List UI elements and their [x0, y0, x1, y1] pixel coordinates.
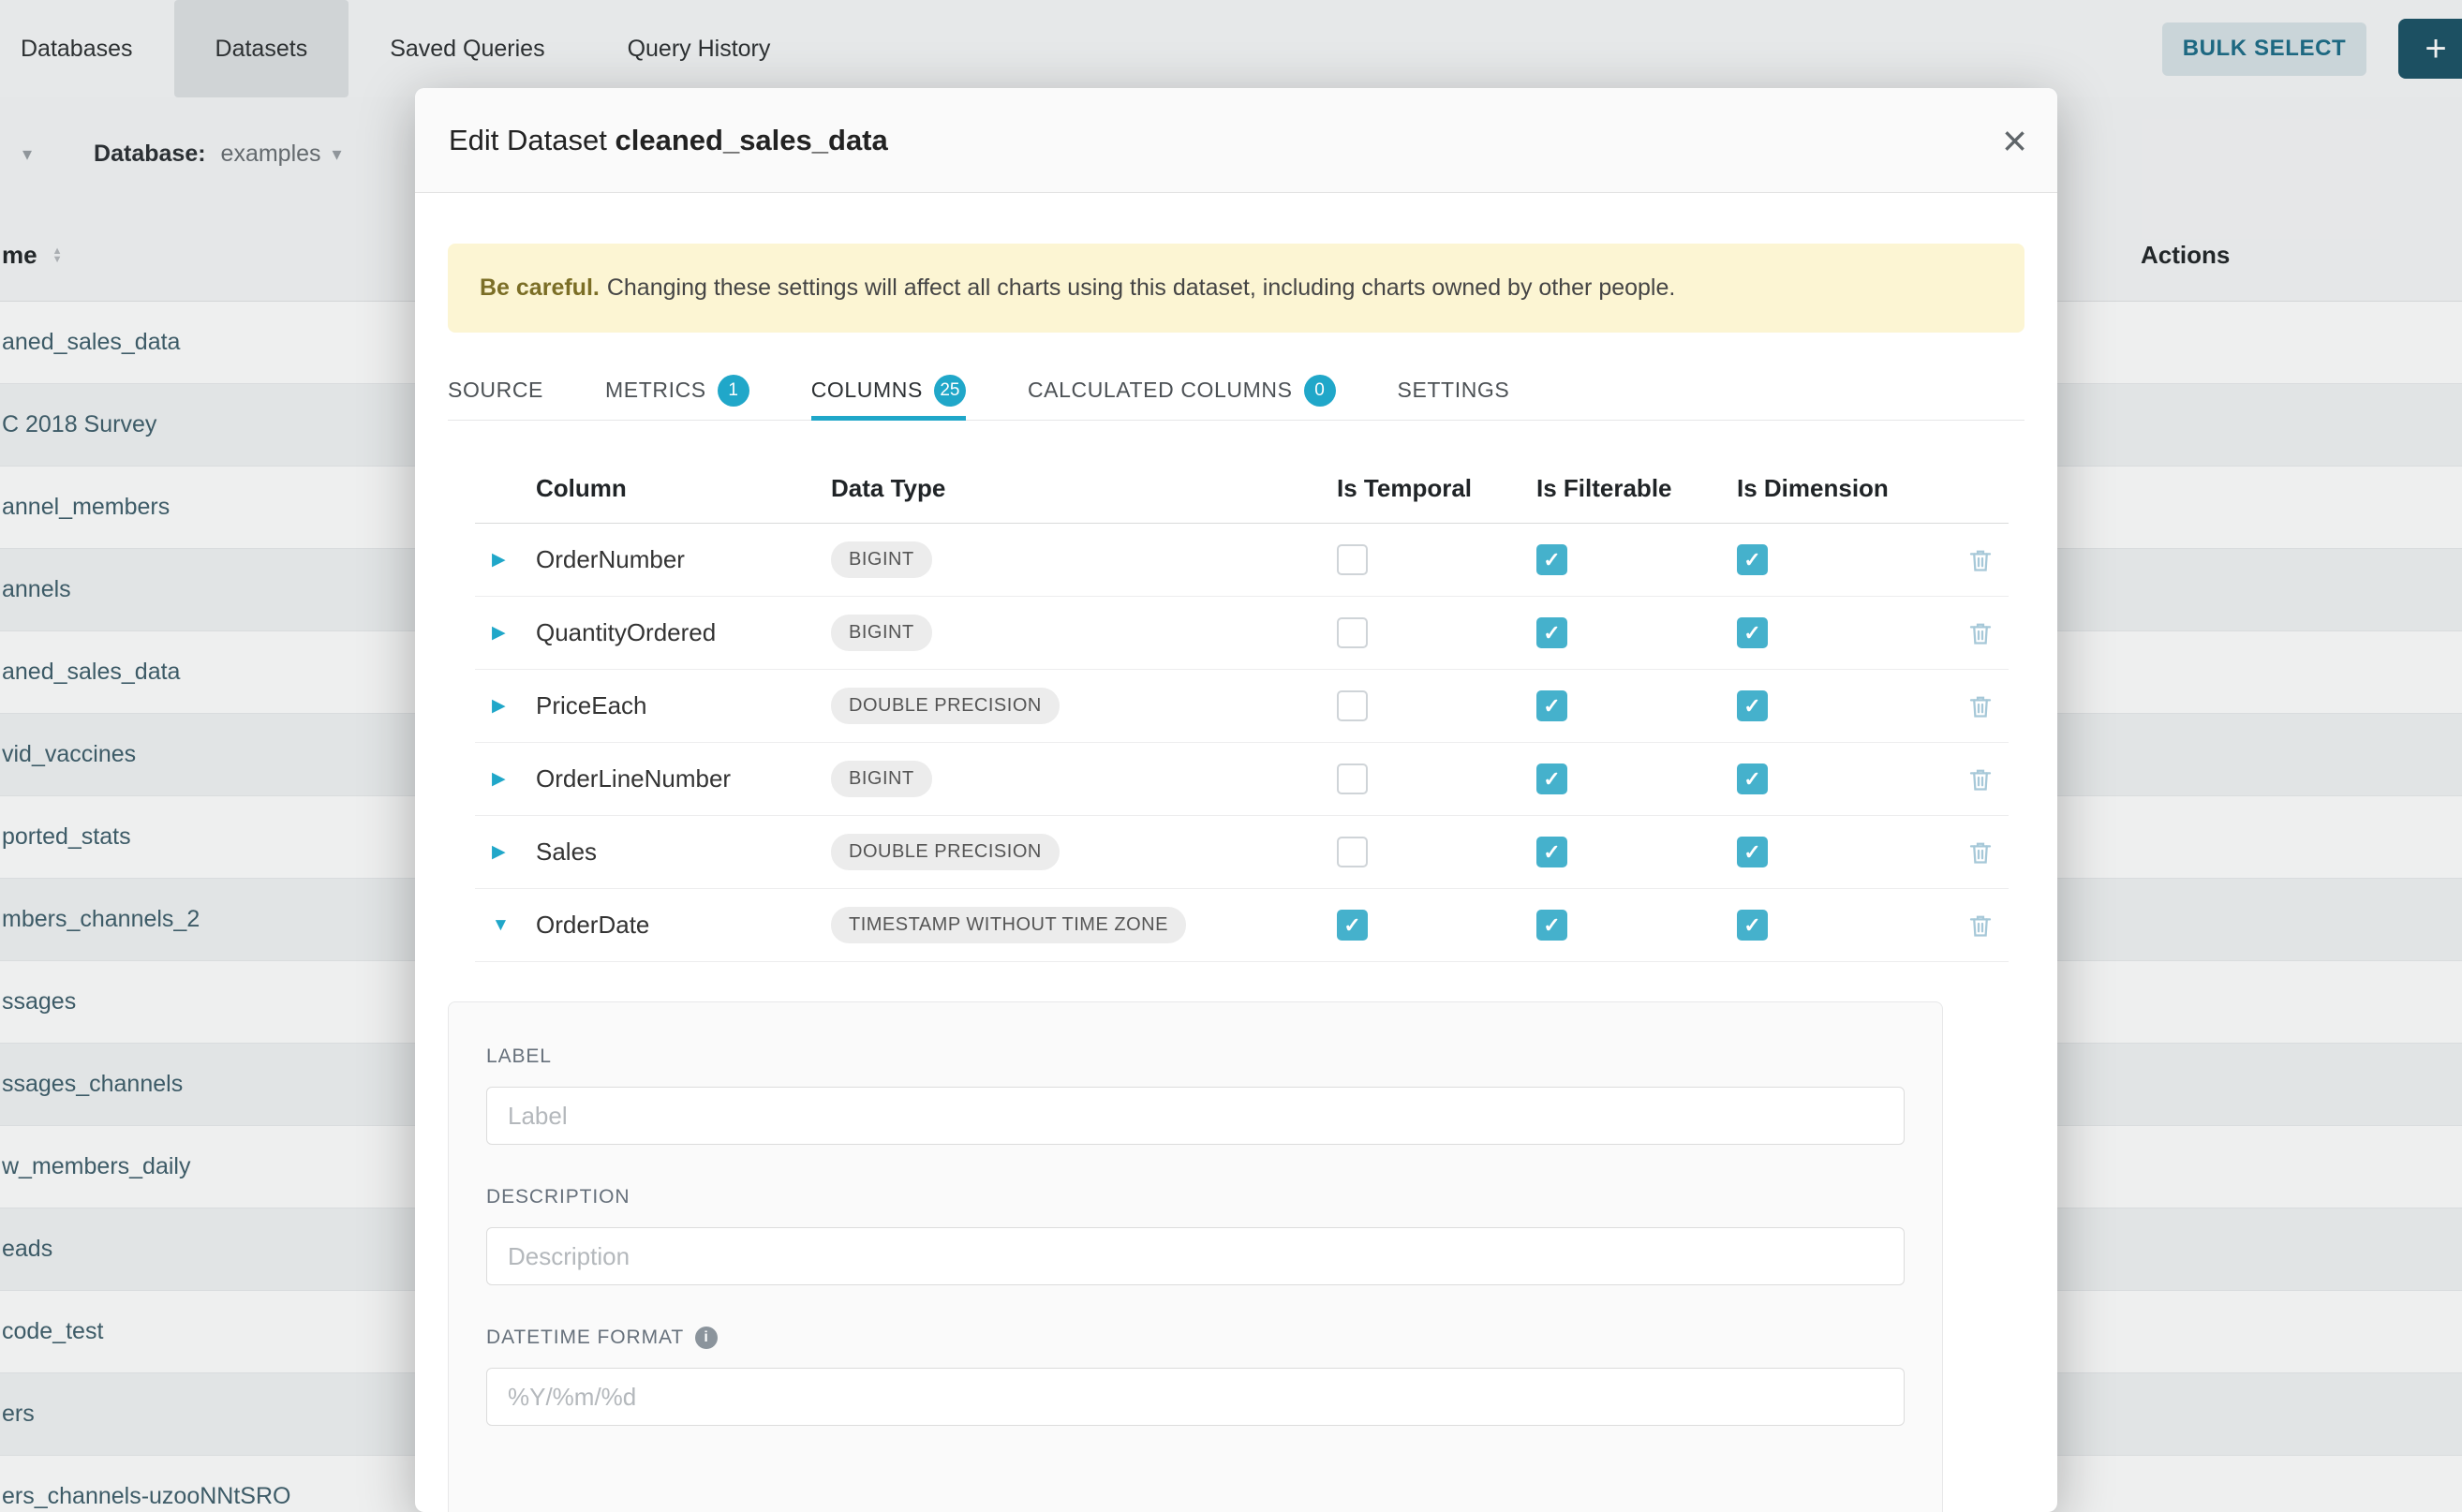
column-header: Is Temporal — [1337, 474, 1536, 503]
tab-label: METRICS — [605, 378, 706, 403]
modal-tab-columns[interactable]: COLUMNS 25 — [811, 361, 966, 420]
column-header: Data Type — [831, 474, 1337, 503]
tab-count-badge: 0 — [1304, 375, 1336, 407]
tab-count-badge: 25 — [934, 375, 966, 407]
columns-table-body: ▶OrderNumberBIGINT✓✓▶QuantityOrderedBIGI… — [475, 524, 2009, 962]
column-editor-panel: LABEL DESCRIPTION DATETIME FORMAT i — [448, 1001, 1943, 1512]
modal-title: Edit Dataset cleaned_sales_data — [449, 124, 888, 157]
caret-right-icon[interactable]: ▶ — [475, 622, 536, 644]
modal-tab-settings[interactable]: SETTINGS — [1398, 361, 1510, 420]
trash-icon[interactable] — [1966, 838, 1995, 867]
column-name: QuantityOrdered — [536, 618, 831, 647]
is-dimension-checkbox[interactable]: ✓ — [1737, 690, 1768, 721]
trash-icon[interactable] — [1966, 692, 1995, 720]
is-filterable-checkbox[interactable]: ✓ — [1536, 763, 1567, 794]
is-temporal-checkbox[interactable] — [1337, 690, 1368, 721]
column-header: Is Filterable — [1536, 474, 1737, 503]
label-field-label: LABEL — [486, 1045, 1905, 1068]
column-row: ▶QuantityOrderedBIGINT ✓ ✓ — [475, 597, 2009, 670]
tab-label: COLUMNS — [811, 378, 923, 403]
column-row: ▶OrderNumberBIGINT ✓ ✓ — [475, 524, 2009, 597]
trash-icon[interactable] — [1966, 546, 1995, 574]
is-filterable-checkbox[interactable]: ✓ — [1536, 617, 1567, 648]
is-filterable-checkbox[interactable]: ✓ — [1536, 910, 1567, 941]
data-type-pill: BIGINT — [831, 761, 932, 797]
is-filterable-checkbox[interactable]: ✓ — [1536, 544, 1567, 575]
modal-body: Be careful. Changing these settings will… — [415, 244, 2057, 1512]
columns-table: Column Data Type Is Temporal Is Filterab… — [475, 454, 2009, 962]
trash-icon[interactable] — [1966, 765, 1995, 793]
column-row: ▶PriceEachDOUBLE PRECISION ✓ ✓ — [475, 670, 2009, 743]
datetime-format-label: DATETIME FORMAT — [486, 1327, 684, 1349]
data-type-pill: BIGINT — [831, 615, 932, 651]
description-field: DESCRIPTION — [486, 1186, 1905, 1285]
modal-tab-calculated-columns[interactable]: CALCULATED COLUMNS 0 — [1028, 361, 1336, 420]
column-row: ▶SalesDOUBLE PRECISION ✓ ✓ — [475, 816, 2009, 889]
is-temporal-checkbox[interactable] — [1337, 837, 1368, 867]
data-type-pill: DOUBLE PRECISION — [831, 688, 1060, 724]
is-dimension-checkbox[interactable]: ✓ — [1737, 910, 1768, 941]
data-type-pill: DOUBLE PRECISION — [831, 834, 1060, 870]
column-header: Column — [536, 474, 831, 503]
is-temporal-checkbox[interactable] — [1337, 763, 1368, 794]
column-name: PriceEach — [536, 691, 831, 720]
datetime-format-input[interactable] — [486, 1368, 1905, 1426]
trash-icon[interactable] — [1966, 912, 1995, 940]
column-name: Sales — [536, 838, 831, 867]
is-dimension-checkbox[interactable]: ✓ — [1737, 617, 1768, 648]
caret-right-icon[interactable]: ▶ — [475, 695, 536, 717]
modal-header: Edit Dataset cleaned_sales_data × — [415, 88, 2057, 193]
is-filterable-checkbox[interactable]: ✓ — [1536, 690, 1567, 721]
modal-title-dataset-name: cleaned_sales_data — [616, 124, 888, 156]
tab-label: SOURCE — [448, 378, 543, 403]
warning-banner: Be careful. Changing these settings will… — [448, 244, 2024, 333]
is-dimension-checkbox[interactable]: ✓ — [1737, 544, 1768, 575]
close-icon[interactable]: × — [2002, 119, 2027, 162]
data-type-pill: TIMESTAMP WITHOUT TIME ZONE — [831, 907, 1186, 943]
description-field-label: DESCRIPTION — [486, 1186, 1905, 1208]
datetime-format-field-label: DATETIME FORMAT i — [486, 1327, 1905, 1349]
column-header: Is Dimension — [1737, 474, 1952, 503]
column-row: ▶OrderLineNumberBIGINT ✓ ✓ — [475, 743, 2009, 816]
column-name: OrderLineNumber — [536, 764, 831, 793]
caret-down-icon[interactable]: ▼ — [475, 915, 536, 936]
is-temporal-checkbox[interactable] — [1337, 544, 1368, 575]
label-input[interactable] — [486, 1087, 1905, 1145]
column-name: OrderNumber — [536, 545, 831, 574]
label-field: LABEL — [486, 1045, 1905, 1145]
is-temporal-checkbox[interactable] — [1337, 617, 1368, 648]
column-row: ▼OrderDateTIMESTAMP WITHOUT TIME ZONE ✓ ✓ ✓ — [475, 889, 2009, 962]
data-type-pill: BIGINT — [831, 541, 932, 578]
caret-right-icon[interactable]: ▶ — [475, 841, 536, 863]
description-input[interactable] — [486, 1227, 1905, 1285]
is-filterable-checkbox[interactable]: ✓ — [1536, 837, 1567, 867]
tab-label: SETTINGS — [1398, 378, 1510, 403]
is-dimension-checkbox[interactable]: ✓ — [1737, 837, 1768, 867]
column-name: OrderDate — [536, 911, 831, 940]
modal-tab-metrics[interactable]: METRICS 1 — [605, 361, 749, 420]
columns-table-header: Column Data Type Is Temporal Is Filterab… — [475, 454, 2009, 524]
is-dimension-checkbox[interactable]: ✓ — [1737, 763, 1768, 794]
caret-right-icon[interactable]: ▶ — [475, 549, 536, 571]
caret-right-icon[interactable]: ▶ — [475, 768, 536, 790]
datetime-format-field: DATETIME FORMAT i — [486, 1327, 1905, 1426]
tab-count-badge: 1 — [718, 375, 749, 407]
edit-dataset-modal: Edit Dataset cleaned_sales_data × Be car… — [415, 88, 2057, 1512]
modal-tab-bar: SOURCE METRICS 1 COLUMNS 25 CALCULATED COLUMN… — [448, 361, 2024, 421]
modal-title-prefix: Edit Dataset — [449, 124, 607, 156]
is-temporal-checkbox[interactable]: ✓ — [1337, 910, 1368, 941]
trash-icon[interactable] — [1966, 619, 1995, 647]
warning-text: Changing these settings will affect all … — [607, 274, 1676, 302]
modal-tab-source[interactable]: SOURCE — [448, 361, 543, 420]
warning-bold-text: Be careful. — [480, 274, 600, 302]
tab-label: CALCULATED COLUMNS — [1028, 378, 1293, 403]
info-icon[interactable]: i — [695, 1327, 718, 1349]
